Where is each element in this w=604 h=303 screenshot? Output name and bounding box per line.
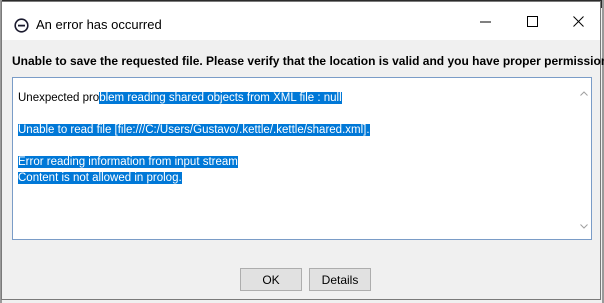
details-line-4: Content is not allowed in prolog. (18, 170, 370, 186)
minus-circle-icon (14, 18, 29, 33)
maximize-icon (526, 15, 538, 27)
scroll-up-arrow-icon[interactable] (580, 83, 588, 101)
maximize-button[interactable] (509, 2, 555, 40)
details-line-1-unselected: Unexpected pro (18, 92, 100, 104)
window-title: An error has occurred (36, 17, 162, 32)
error-dialog: An error has occurred Unable to save the… (1, 1, 604, 300)
title-bar[interactable]: An error has occurred (2, 2, 600, 40)
details-line-1: Unexpected problem reading shared object… (18, 90, 370, 106)
details-line-2: Unable to read file [file:///C:/Users/Gu… (18, 122, 370, 138)
vertical-scrollbar[interactable] (578, 79, 590, 238)
details-line-3-selected: Error reading information from input str… (18, 156, 238, 168)
details-line-4-selected: Content is not allowed in prolog. (18, 172, 182, 184)
ok-button[interactable]: OK (240, 268, 302, 291)
scroll-down-arrow-icon[interactable] (580, 216, 588, 234)
error-details-text: Unexpected problem reading shared object… (18, 90, 370, 186)
close-button[interactable] (555, 2, 601, 40)
details-line-1-selected: blem reading shared objects from XML fil… (99, 92, 342, 104)
minimize-icon (479, 16, 491, 27)
error-message: Unable to save the requested file. Pleas… (12, 54, 604, 68)
minimize-button[interactable] (462, 2, 508, 40)
error-details-textarea[interactable]: Unexpected problem reading shared object… (12, 77, 592, 240)
details-button[interactable]: Details (309, 268, 371, 291)
details-line-3: Error reading information from input str… (18, 154, 370, 170)
close-icon (572, 15, 584, 27)
details-line-2-selected: Unable to read file [file:///C:/Users/Gu… (18, 124, 370, 136)
